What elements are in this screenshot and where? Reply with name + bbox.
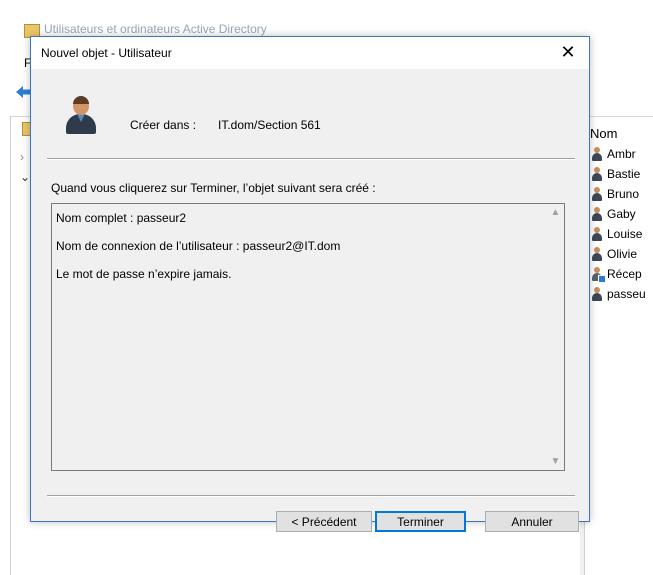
user-icon (590, 206, 604, 222)
scroll-down-icon[interactable]: ▼ (547, 453, 564, 470)
user-icon (590, 246, 604, 262)
previous-button[interactable]: < Précédent (276, 511, 372, 532)
contact-icon (590, 266, 606, 283)
dialog-title: Nouvel objet - Utilisateur (41, 46, 172, 60)
cancel-button[interactable]: Annuler (485, 511, 579, 532)
dialog-body: Créer dans : IT.dom/Section 561 Quand vo… (31, 69, 589, 532)
column-header-name[interactable]: Nom (590, 124, 653, 144)
list-item-label: Ambr (607, 147, 636, 161)
list-item[interactable]: Bastie (590, 164, 653, 184)
new-user-dialog: Nouvel objet - Utilisateur ✕ Créer dans … (30, 36, 590, 532)
user-icon (590, 286, 604, 302)
create-in-label: Créer dans : (130, 118, 197, 132)
background-titlebar: Utilisateurs et ordinateurs Active Direc… (0, 0, 653, 38)
summary-line-password: Le mot de passe n’expire jamais. (56, 267, 232, 281)
user-icon (590, 186, 604, 202)
finish-button[interactable]: Terminer (375, 511, 466, 532)
list-item[interactable]: Récep (590, 264, 653, 284)
separator (47, 158, 575, 160)
user-icon (590, 146, 604, 162)
list-item-label: Récep (607, 267, 642, 281)
user-icon (590, 166, 604, 182)
list-item-label: Gaby (607, 207, 636, 221)
close-icon[interactable]: ✕ (557, 41, 579, 63)
dialog-titlebar[interactable]: Nouvel objet - Utilisateur ✕ (31, 37, 589, 69)
list-item[interactable]: Gaby (590, 204, 653, 224)
vertical-scrollbar[interactable]: ▲ ▼ (547, 204, 564, 470)
list-item-label: Olivie (607, 247, 638, 261)
scroll-up-icon[interactable]: ▲ (547, 204, 564, 221)
list-item-label: passeu (607, 287, 646, 301)
list-item-label: Bastie (607, 167, 641, 181)
list-item-label: Bruno (607, 187, 640, 201)
object-list: Nom Ambr Bastie Bruno Gaby Louise Olivie Récep… (590, 124, 653, 304)
object-list-rows: Ambr Bastie Bruno Gaby Louise Olivie Récep pass… (590, 144, 653, 304)
summary-line-full-name: Nom complet : passeur2 (56, 211, 187, 225)
list-item[interactable]: passeu (590, 284, 653, 304)
list-item[interactable]: Bruno (590, 184, 653, 204)
summary-lines: Nom complet : passeur2 Nom de connexion … (56, 210, 536, 294)
summary-textbox[interactable]: Nom complet : passeur2 Nom de connexion … (51, 203, 565, 471)
tree-collapse-icon[interactable]: ⌄ (20, 170, 30, 184)
list-item[interactable]: Olivie (590, 244, 653, 264)
summary-line-logon-name: Nom de connexion de l’utilisateur : pass… (56, 239, 341, 253)
list-item[interactable]: Louise (590, 224, 653, 244)
tree-expand-icon[interactable]: › (20, 150, 24, 164)
separator (47, 495, 575, 497)
user-icon (590, 226, 604, 242)
background-window-title: Utilisateurs et ordinateurs Active Direc… (44, 22, 267, 36)
list-item[interactable]: Ambr (590, 144, 653, 164)
create-in-path: IT.dom/Section 561 (218, 118, 321, 132)
user-icon (65, 96, 97, 135)
summary-intro: Quand vous cliquerez sur Terminer, l’obj… (51, 181, 376, 195)
list-item-label: Louise (607, 227, 643, 241)
